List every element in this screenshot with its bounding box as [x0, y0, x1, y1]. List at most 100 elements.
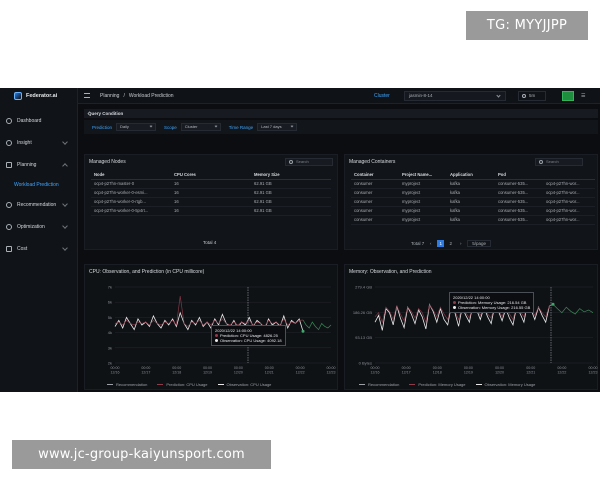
cost-icon [6, 246, 12, 252]
prediction-dot-icon [215, 334, 218, 337]
table-row[interactable]: ocp4-p27hn-worker-0-esmi... 16 62.91 GB [91, 188, 331, 198]
series-line [114, 296, 304, 328]
cell: consumer-535... [495, 197, 543, 207]
col-container[interactable]: Container [351, 170, 399, 180]
cell: 62.91 GB [251, 206, 331, 216]
cell: kafka [447, 215, 495, 225]
cell: myproject [399, 215, 447, 225]
sidebar-item-label: Insight [17, 140, 32, 146]
tooltip-observation: Observation: Memory Usage: 216.55 GB [458, 305, 531, 310]
table-row[interactable]: consumer myproject kafka consumer-535... ocp… [351, 197, 595, 207]
sidebar-item-insight[interactable]: Insight [0, 132, 77, 154]
cell: 16 [171, 197, 251, 207]
col-project-name[interactable]: Project Name... [399, 170, 447, 180]
col-pod[interactable]: Pod [495, 170, 543, 180]
brand[interactable]: Federator.ai [0, 88, 77, 104]
memory-chart-legend: Recommendation Prediction: Memory Usage … [359, 382, 535, 387]
scope-label: Scope [164, 124, 177, 130]
y-tick-label: 0 Bytes [359, 361, 372, 366]
page-1-button[interactable]: 1 [437, 240, 445, 247]
chevron-down-icon [290, 124, 294, 128]
optimization-icon [6, 224, 12, 230]
page-2-button[interactable]: 2 [447, 240, 454, 247]
x-tick-label: 00:00 [327, 366, 336, 370]
sidebar-item-dashboard[interactable]: Dashboard [0, 110, 77, 132]
more-menu-icon[interactable]: ☰ [581, 93, 591, 99]
x-tick-label: 12/18 [172, 371, 181, 375]
table-header-row: Node CPU Cores Memory Size [91, 170, 331, 180]
prediction-dot-icon [453, 301, 456, 304]
col-node[interactable]: Node [91, 170, 171, 180]
table-row[interactable]: consumer myproject kafka consumer-535... ocp… [351, 215, 595, 225]
x-tick-label: 00:00 [141, 366, 150, 370]
col-cpu-cores[interactable]: CPU Cores [171, 170, 251, 180]
table-row[interactable]: consumer myproject kafka consumer-535... ocp… [351, 179, 595, 189]
sidebar-item-cost[interactable]: Cost [0, 238, 77, 260]
sidebar-item-optimization[interactable]: Optimization [0, 216, 77, 238]
legend-item[interactable]: Prediction: CPU Usage [157, 382, 208, 387]
prev-page-icon[interactable]: ‹ [427, 240, 434, 247]
cell: myproject [399, 206, 447, 216]
query-condition-header[interactable]: Query Condition [84, 109, 598, 118]
x-tick-label: 00:00 [203, 366, 212, 370]
search-placeholder: Search [296, 159, 309, 164]
cell: consumer [351, 215, 399, 225]
managed-nodes-title: Managed Nodes [89, 159, 126, 165]
x-tick-label: 00:00 [111, 366, 120, 370]
legend-item[interactable]: Observation: Memory Usage [475, 382, 535, 387]
breadcrumb-planning[interactable]: Planning [100, 93, 119, 99]
containers-pagination: Total 7 ‹ 1 2 › 5/page [411, 240, 492, 247]
cell: consumer [351, 179, 399, 189]
y-tick-label: 279.4 GB [355, 285, 372, 290]
table-row[interactable]: consumer myproject kafka consumer-535... ocp… [351, 206, 595, 216]
data-point [551, 302, 555, 306]
cell: consumer-535... [495, 215, 543, 225]
table-row[interactable]: ocp4-p27hn-worker-0-rtgb... 16 62.91 GB [91, 197, 331, 207]
cell: kafka [447, 188, 495, 198]
legend-item[interactable]: Prediction: Memory Usage [409, 382, 466, 387]
legend-item[interactable]: Observation: CPU Usage [217, 382, 272, 387]
sidebar-item-label: Recommendation [17, 202, 57, 208]
time-range-select[interactable]: Last 7 days [257, 123, 298, 131]
sidebar-item-planning[interactable]: Planning [0, 154, 77, 176]
x-tick-label: 12/22 [296, 371, 305, 375]
sidebar-nav: Dashboard Insight Planning Workload Pred… [0, 104, 77, 260]
managed-containers-panel: Managed Containers Search Container Proj… [344, 154, 598, 250]
nodes-search-input[interactable]: Search [285, 158, 333, 166]
table-row[interactable]: consumer myproject kafka consumer-535... ocp… [351, 188, 595, 198]
scope-select[interactable]: Cluster [180, 123, 221, 131]
col-application[interactable]: Application [447, 170, 495, 180]
refresh-interval-button[interactable]: 5m [518, 91, 546, 101]
x-tick-label: 12/17 [141, 371, 150, 375]
containers-search-input[interactable]: Search [535, 158, 583, 166]
next-page-icon[interactable]: › [457, 240, 464, 247]
sidebar-item-workload-prediction[interactable]: Workload Prediction [0, 176, 77, 194]
prediction-select[interactable]: Daily [116, 123, 157, 131]
page-size-select[interactable]: 5/page [467, 240, 492, 247]
legend-label: Observation: CPU Usage [226, 382, 272, 387]
time-range-value: Last 7 days [261, 124, 282, 129]
containers-table: Container Project Name... Application Po… [351, 170, 595, 225]
table-row[interactable]: ocp4-p27hn-master-0 16 62.91 GB [91, 179, 331, 189]
x-tick-label: 12/16 [111, 371, 120, 375]
col-memory-size[interactable]: Memory Size [251, 170, 331, 180]
legend-item[interactable]: Recommendation [359, 382, 399, 387]
y-tick-label: 6k [108, 300, 112, 305]
x-tick-label: 12/19 [203, 371, 212, 375]
menu-toggle-icon[interactable] [84, 93, 90, 98]
y-tick-label: 7k [108, 285, 112, 290]
x-tick-label: 00:00 [589, 366, 598, 370]
legend-item[interactable]: Recommendation [107, 382, 147, 387]
cell: ocp4-p27hn-worker-0-rtgb... [91, 197, 171, 207]
col-node[interactable] [543, 170, 595, 180]
table-row[interactable]: ocp4-p27hn-worker-0-5p4rt... 16 62.91 GB [91, 206, 331, 216]
cell: consumer [351, 206, 399, 216]
cell: kafka [447, 206, 495, 216]
cluster-select[interactable]: jasmin-8-14 [404, 91, 506, 101]
sidebar-item-recommendation[interactable]: Recommendation [0, 194, 77, 216]
query-condition-title: Query Condition [88, 111, 124, 116]
app-window: Federator.ai Dashboard Insight Planning … [0, 88, 600, 392]
excel-export-icon[interactable] [562, 91, 574, 101]
x-tick-label: 12/17 [402, 371, 411, 375]
query-filters: Prediction Daily Scope Cluster Time Rang… [84, 120, 598, 134]
